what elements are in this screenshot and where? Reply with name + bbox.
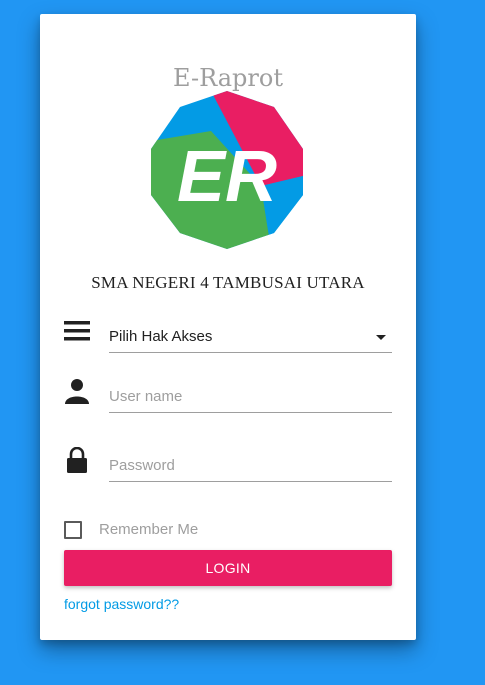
forgot-password-link[interactable]: forgot password?? (64, 596, 179, 612)
access-select-value: Pilih Hak Akses (109, 328, 213, 345)
menu-icon (64, 321, 90, 341)
username-placeholder: User name (109, 388, 183, 405)
er-logo: ER (151, 91, 303, 249)
person-icon (65, 379, 89, 404)
access-select[interactable]: Pilih Hak Akses (109, 322, 392, 353)
lock-icon (67, 447, 87, 473)
password-placeholder: Password (109, 457, 175, 474)
school-name: SMA NEGERI 4 TAMBUSAI UTARA (91, 273, 365, 292)
username-field[interactable]: User name (109, 382, 392, 413)
login-card: E-Raprot ER SMA NEGERI 4 TAMBUSAI UTARA … (40, 14, 416, 640)
remember-checkbox[interactable] (64, 521, 82, 539)
app-title: E-Raprot (173, 64, 283, 92)
logo-letters: ER (177, 137, 277, 217)
password-field[interactable]: Password (109, 451, 392, 482)
login-button[interactable]: LOGIN (64, 550, 392, 586)
remember-label[interactable]: Remember Me (99, 521, 198, 538)
chevron-down-icon (376, 335, 386, 340)
